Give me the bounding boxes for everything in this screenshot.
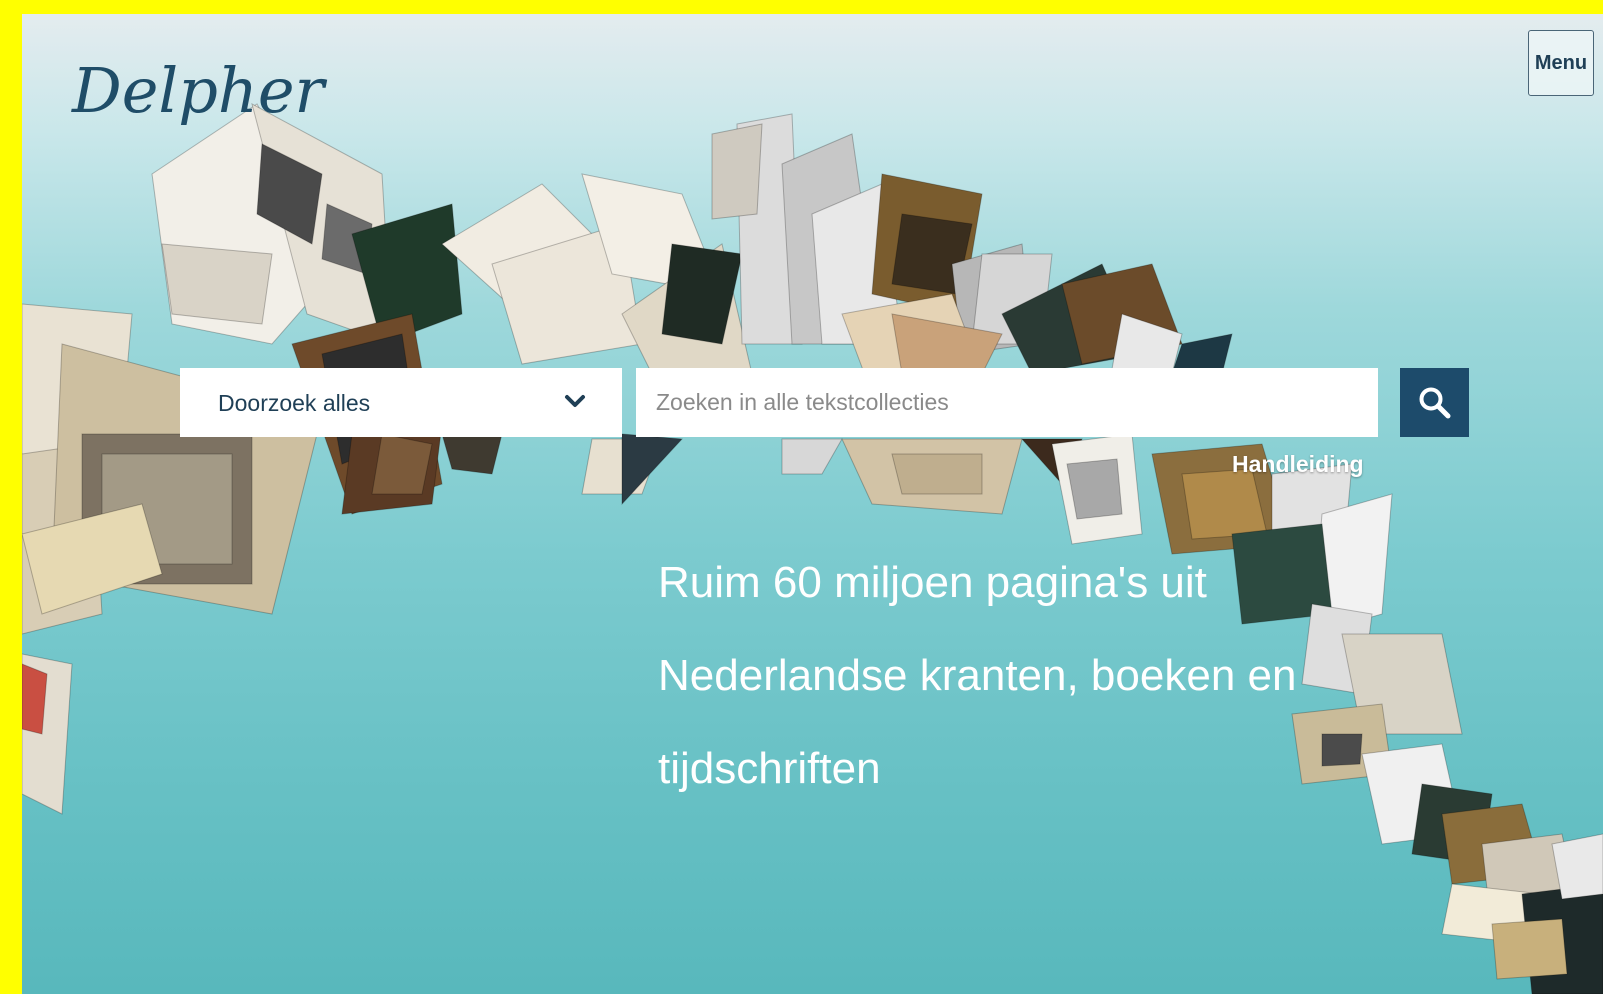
- delpher-logo-mark: Delpher: [71, 54, 328, 127]
- chevron-down-icon: [565, 395, 585, 407]
- flying-books-collage: [22, 103, 1603, 994]
- help-link[interactable]: Handleiding: [1232, 451, 1364, 478]
- search-icon: [1419, 387, 1450, 418]
- logo-wordmark: Delpher: [71, 54, 328, 127]
- search-button[interactable]: [1400, 368, 1469, 437]
- scope-select-label: Doorzoek alles: [218, 390, 371, 416]
- scope-select[interactable]: Doorzoek alles: [180, 368, 622, 437]
- menu-button[interactable]: Menu: [1528, 30, 1594, 96]
- hero-background: Delpher Menu Doorzoek alles Handleiding …: [22, 14, 1603, 994]
- delpher-logo[interactable]: Delpher: [66, 38, 336, 153]
- search-input[interactable]: [636, 368, 1378, 437]
- hero-tagline: Ruim 60 miljoen pagina's uit Nederlandse…: [658, 558, 1297, 793]
